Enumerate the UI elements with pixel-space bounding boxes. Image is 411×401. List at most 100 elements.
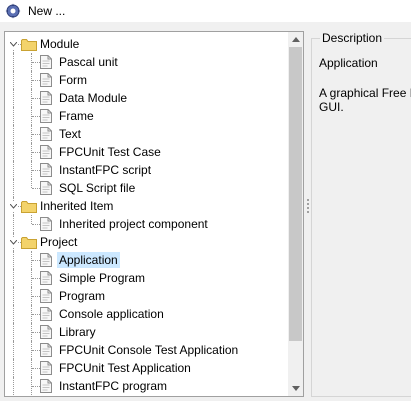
tree-connector-line	[32, 80, 40, 81]
tree-connector-line	[32, 152, 40, 153]
expand-toggle-icon[interactable]	[9, 202, 18, 211]
tree-item-row[interactable]: FPCUnit Test Application	[5, 359, 289, 377]
tree-item-label: Program	[59, 289, 106, 303]
tree-folder-row[interactable]: Module	[5, 35, 289, 53]
tree-item-row[interactable]: FPCUnit Console Test Application	[5, 341, 289, 359]
tree-item-label-selected: Application	[57, 252, 120, 268]
window-title: New ...	[28, 4, 66, 18]
tree-item-row[interactable]: InstantFPC script	[5, 161, 289, 179]
document-icon	[40, 109, 52, 123]
tree-connector-line	[13, 161, 14, 179]
tree-item-label: SQL Script file	[59, 181, 136, 195]
tree-item-row[interactable]: InstantFPC program	[5, 377, 289, 395]
tree-connector-line	[13, 143, 14, 161]
tree-folder-label: Project	[40, 235, 78, 249]
tree-connector-line	[32, 62, 40, 63]
tree-item-label: Console application	[59, 307, 164, 321]
description-group: Description Application A graphical Free…	[311, 31, 411, 397]
tree-connector-line	[13, 125, 14, 143]
document-icon	[40, 181, 52, 195]
tree-item-label: FPCUnit Test Application	[59, 361, 191, 375]
document-icon	[40, 127, 52, 141]
tree-item-label: Frame	[59, 109, 94, 123]
splitter-grip-dot	[307, 211, 309, 213]
tree-item-row[interactable]: Pascal unit	[5, 53, 289, 71]
scroll-down-arrow-icon[interactable]	[288, 381, 303, 396]
tree-connector-line	[13, 377, 14, 395]
document-icon	[40, 379, 52, 393]
tree-connector-line	[31, 215, 32, 224]
description-item-name: Application	[319, 56, 378, 70]
cog-icon	[4, 2, 22, 20]
tree-item-label: Inherited project component	[59, 217, 208, 231]
tree-folder-label: Module	[40, 37, 80, 51]
vertical-scrollbar[interactable]	[288, 32, 303, 396]
document-icon	[40, 361, 52, 375]
tree-item-row[interactable]: SQL Script file	[5, 179, 289, 197]
tree-connector-line	[13, 89, 14, 107]
document-icon	[40, 55, 52, 69]
document-icon	[40, 325, 52, 339]
tree-connector-line	[13, 359, 14, 377]
scroll-up-arrow-icon[interactable]	[288, 32, 303, 47]
tree-folder-row[interactable]: Project	[5, 233, 289, 251]
tree-rows: Module Pascal unit Form Data Module Frame Tex…	[5, 32, 289, 396]
tree-item-row[interactable]: Simple Program	[5, 269, 289, 287]
tree-item-label: Text	[59, 127, 82, 141]
tree-item-row[interactable]: Text	[5, 125, 289, 143]
tree-connector-line	[31, 179, 32, 188]
tree-item-row[interactable]: Data Module	[5, 89, 289, 107]
tree-folder-row[interactable]: Inherited Item	[5, 197, 289, 215]
document-icon	[40, 307, 52, 321]
folder-icon	[21, 236, 37, 249]
tree-connector-line	[13, 251, 14, 269]
document-icon	[40, 163, 52, 177]
panel-splitter[interactable]	[306, 31, 310, 397]
tree-connector-line	[32, 170, 40, 171]
tree-item-row[interactable]: Form	[5, 71, 289, 89]
tree-item-row[interactable]: Library	[5, 323, 289, 341]
tree-connector-line	[32, 332, 40, 333]
tree-connector-line	[13, 341, 14, 359]
tree-item-row[interactable]: Console application	[5, 305, 289, 323]
tree-item-row[interactable]: Program	[5, 287, 289, 305]
tree-connector-line	[32, 260, 40, 261]
tree-connector-line	[13, 179, 14, 197]
tree-connector-line	[32, 296, 40, 297]
tree-item-row[interactable]: Application	[5, 251, 289, 269]
tree-connector-line	[13, 269, 14, 287]
document-icon	[40, 253, 52, 267]
tree-item-label: InstantFPC program	[59, 379, 168, 393]
tree-item-row[interactable]: FPCUnit Test Case	[5, 143, 289, 161]
tree-item-label: InstantFPC script	[59, 163, 152, 177]
tree-connector-line	[13, 107, 14, 125]
description-text: A graphical Free Pascal application usin…	[319, 86, 411, 114]
tree-connector-line	[13, 323, 14, 341]
description-legend: Description	[320, 31, 385, 45]
tree-connector-line	[13, 287, 14, 305]
splitter-grip-dot	[307, 199, 309, 201]
tree-connector-line	[32, 386, 40, 387]
scroll-thumb[interactable]	[289, 47, 302, 341]
document-icon	[40, 271, 52, 285]
folder-icon	[21, 200, 37, 213]
expand-toggle-icon[interactable]	[9, 40, 18, 49]
tree-connector-line	[32, 134, 40, 135]
template-tree[interactable]: Module Pascal unit Form Data Module Frame Tex…	[4, 31, 304, 397]
splitter-grip-dot	[307, 203, 309, 205]
tree-folder-label: Inherited Item	[40, 199, 114, 213]
title-bar: New ...	[0, 0, 411, 22]
tree-connector-line	[32, 368, 40, 369]
tree-connector-line	[32, 188, 40, 189]
tree-connector-line	[13, 215, 14, 233]
splitter-grip-dot	[307, 207, 309, 209]
document-icon	[40, 343, 52, 357]
tree-item-label: Data Module	[59, 91, 128, 105]
tree-item-row[interactable]: Inherited project component	[5, 215, 289, 233]
expand-toggle-icon[interactable]	[9, 238, 18, 247]
document-icon	[40, 73, 52, 87]
document-icon	[40, 145, 52, 159]
tree-item-row[interactable]: Frame	[5, 107, 289, 125]
tree-item-label: Library	[59, 325, 96, 339]
document-icon	[40, 91, 52, 105]
